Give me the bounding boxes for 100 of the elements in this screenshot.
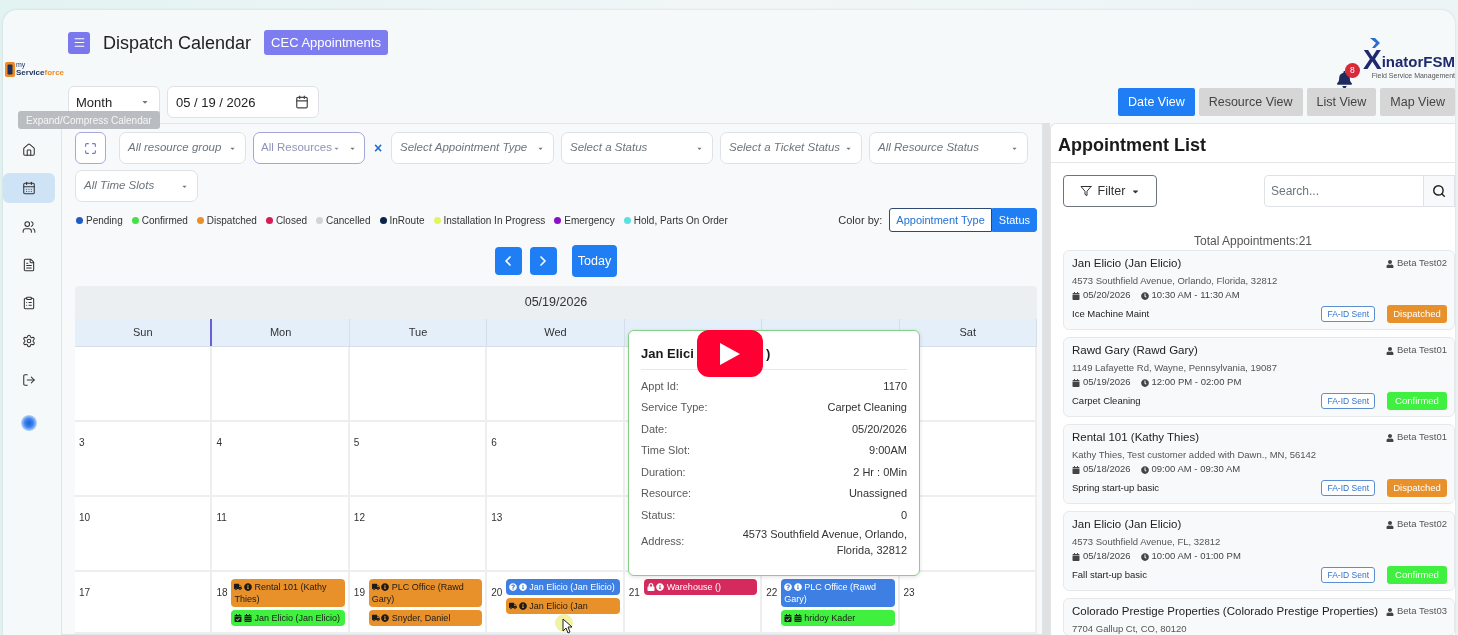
- help-icon: [784, 583, 793, 591]
- appointment-card[interactable]: Jan Elicio (Jan Elicio) Beta Test02 4573 Southfield Avenue, FL, 32812 05/18/2026 10:00 AM - 01:00 PM Fall start-up basic FA-ID Sent Confirmed: [1063, 511, 1455, 591]
- appointment-event[interactable]: Jan Elicio (Jan Elicio): [506, 579, 620, 595]
- appointment-event[interactable]: PLC Office (Rawd Gary): [368, 579, 483, 607]
- today-button[interactable]: Today: [571, 245, 618, 277]
- appointment-card[interactable]: Jan Elicio (Jan Elicio) Beta Test02 4573 Southfield Avenue, Orlando, Florida, 32812 05/20/2026 10:30 AM - 11:30 AM Ice Machine Maint FA-ID Sent Dispatched: [1063, 250, 1455, 330]
- appointment-card[interactable]: Rental 101 (Kathy Thies) Beta Test01 Kathy Thies, Test customer added with Dawn., MN, 56142 05/18/2026 09:00 AM - 09:30 AM Spring start-up basic FA-ID Sent Dispatched: [1063, 424, 1455, 504]
- filter-select[interactable]: All Resource Status: [869, 132, 1028, 164]
- view-tab[interactable]: List View: [1306, 88, 1377, 116]
- brand-name: inatorFSM: [1381, 54, 1455, 70]
- service-type: Ice Machine Maint: [1072, 306, 1150, 321]
- date-field[interactable]: 05 / 19 / 2026: [167, 86, 319, 118]
- color-by-option[interactable]: Appointment Type: [889, 208, 992, 232]
- view-tab[interactable]: Resource View: [1198, 88, 1303, 116]
- customer-name: Colorado Prestige Properties (Colorado Prestige Properties): [1072, 604, 1379, 619]
- calendar-check-icon: [784, 614, 793, 622]
- next-button[interactable]: [529, 247, 557, 275]
- legend-label: Pending: [86, 213, 123, 228]
- appointment-event[interactable]: PLC Office (Rawd Gary): [781, 579, 895, 607]
- info-icon: [243, 583, 252, 591]
- document-icon: [22, 257, 36, 272]
- filter-select[interactable]: Select Appointment Type: [391, 132, 554, 164]
- detail-value: 1170: [883, 378, 907, 394]
- address: 4573 Southfield Avenue, Orlando, Florida, 32812: [1072, 274, 1278, 287]
- status-badge: Dispatched: [1387, 479, 1447, 497]
- detail-value: 9:00AM: [869, 443, 907, 459]
- menu-button[interactable]: [68, 31, 90, 54]
- info-icon: [518, 602, 527, 610]
- calendar-icon: [22, 181, 36, 196]
- day-number: 17: [79, 587, 91, 598]
- detail-value: 05/20/2026: [851, 421, 907, 437]
- address: 4573 Southfield Avenue, FL, 32812: [1072, 535, 1221, 548]
- menu-icon: [72, 36, 86, 49]
- users-icon: [22, 219, 36, 234]
- help-icon: [509, 583, 518, 591]
- filter-button[interactable]: Filter: [1063, 175, 1157, 207]
- tooltip: Expand/Compress Calendar: [18, 111, 160, 129]
- sidebar-item[interactable]: [3, 173, 55, 204]
- weekday-label: Wed: [544, 325, 567, 341]
- scrollbar[interactable]: [1043, 123, 1050, 635]
- clock-icon: [1140, 378, 1149, 387]
- detail-value: 2 Hr : 0Min: [853, 464, 907, 480]
- video-play-button[interactable]: [697, 330, 763, 377]
- calendar-check-icon: [234, 614, 243, 622]
- detail-label: Status:: [641, 507, 676, 523]
- detail-value: Carpet Cleaning: [827, 400, 907, 416]
- appointment-event[interactable]: Rental 101 (Kathy Thies): [231, 579, 345, 607]
- color-by-option[interactable]: Status: [991, 208, 1037, 232]
- popup-title: ): [766, 345, 771, 364]
- info-icon: [381, 583, 390, 591]
- legend-label: InRoute: [389, 213, 425, 228]
- appointment-event[interactable]: Jan Elicio (Jan: [506, 598, 620, 614]
- appointment-event[interactable]: Warehouse (): [643, 579, 758, 595]
- logo-letter: X: [1362, 48, 1382, 72]
- appointment-event[interactable]: Jan Elicio (Jan Elicio): [231, 610, 345, 626]
- appointment-card[interactable]: Rawd Gary (Rawd Gary) Beta Test01 1149 Lafayette Rd, Wayne, Pennsylvania, 19087 05/19/2026 12:00 PM - 02:00 PM Carpet Cleaning FA-ID Sent Confirmed: [1063, 337, 1455, 417]
- resource-name: Beta Test02: [1397, 256, 1447, 271]
- appointment-event[interactable]: hridoy Kader: [781, 610, 895, 626]
- view-tab[interactable]: Date View: [1117, 88, 1195, 116]
- status-badge: Confirmed: [1387, 566, 1447, 584]
- appointment-event[interactable]: Snyder, Daniel: [368, 610, 483, 626]
- info-icon: [381, 614, 390, 622]
- legend-label: Dispatched: [206, 213, 257, 228]
- day-number: 4: [216, 437, 222, 448]
- bell-icon: [1335, 71, 1353, 88]
- filter-select[interactable]: All Time Slots: [75, 170, 198, 202]
- calendar-icon: [1072, 378, 1080, 387]
- info-icon: [656, 583, 665, 591]
- search-field[interactable]: Search...: [1264, 175, 1424, 207]
- previous-button[interactable]: [494, 247, 522, 275]
- filter-select[interactable]: Select a Status: [561, 132, 713, 164]
- appointment-date: 05/18/2026: [1083, 549, 1131, 564]
- filter-select[interactable]: Select a Ticket Status: [720, 132, 862, 164]
- detail-value: 0: [900, 507, 907, 523]
- clear-button[interactable]: ×: [372, 132, 384, 164]
- appointment-card[interactable]: Colorado Prestige Properties (Colorado Prestige Properties) Beta Test03 7704 Gallup Ct, CO, 80120: [1063, 598, 1455, 635]
- fa-id-badge: FA-ID Sent: [1321, 306, 1375, 322]
- status-badge: Confirmed: [1387, 392, 1447, 410]
- address: 1149 Lafayette Rd, Wayne, Pennsylvania, 19087: [1072, 361, 1277, 374]
- fa-id-badge: FA-ID Sent: [1321, 480, 1375, 496]
- user-icon: [1386, 259, 1394, 268]
- notifications-button[interactable]: 8: [1335, 63, 1360, 88]
- info-icon: [518, 583, 527, 591]
- search-button[interactable]: [1424, 175, 1455, 207]
- customer-name: Jan Elicio (Jan Elicio): [1072, 517, 1182, 532]
- view-tab[interactable]: Map View: [1380, 88, 1455, 116]
- expand-button[interactable]: [75, 132, 106, 164]
- calendar-icon: [793, 614, 802, 622]
- truck-icon: [509, 602, 518, 610]
- clock-icon: [1140, 291, 1149, 300]
- legend-label: Installation In Progress: [443, 213, 546, 228]
- day-number: 5: [353, 437, 360, 448]
- total-appointments: Total Appointments:21: [1193, 234, 1313, 248]
- caret-icon: [141, 98, 149, 106]
- logout-icon: [22, 372, 36, 387]
- calendar-icon: [1072, 465, 1080, 474]
- resource-name: Beta Test02: [1397, 517, 1447, 532]
- service-type: Spring start-up basic: [1072, 480, 1160, 495]
- fa-id-badge: FA-ID Sent: [1321, 567, 1375, 583]
- filter-select[interactable]: All resource group: [119, 132, 246, 164]
